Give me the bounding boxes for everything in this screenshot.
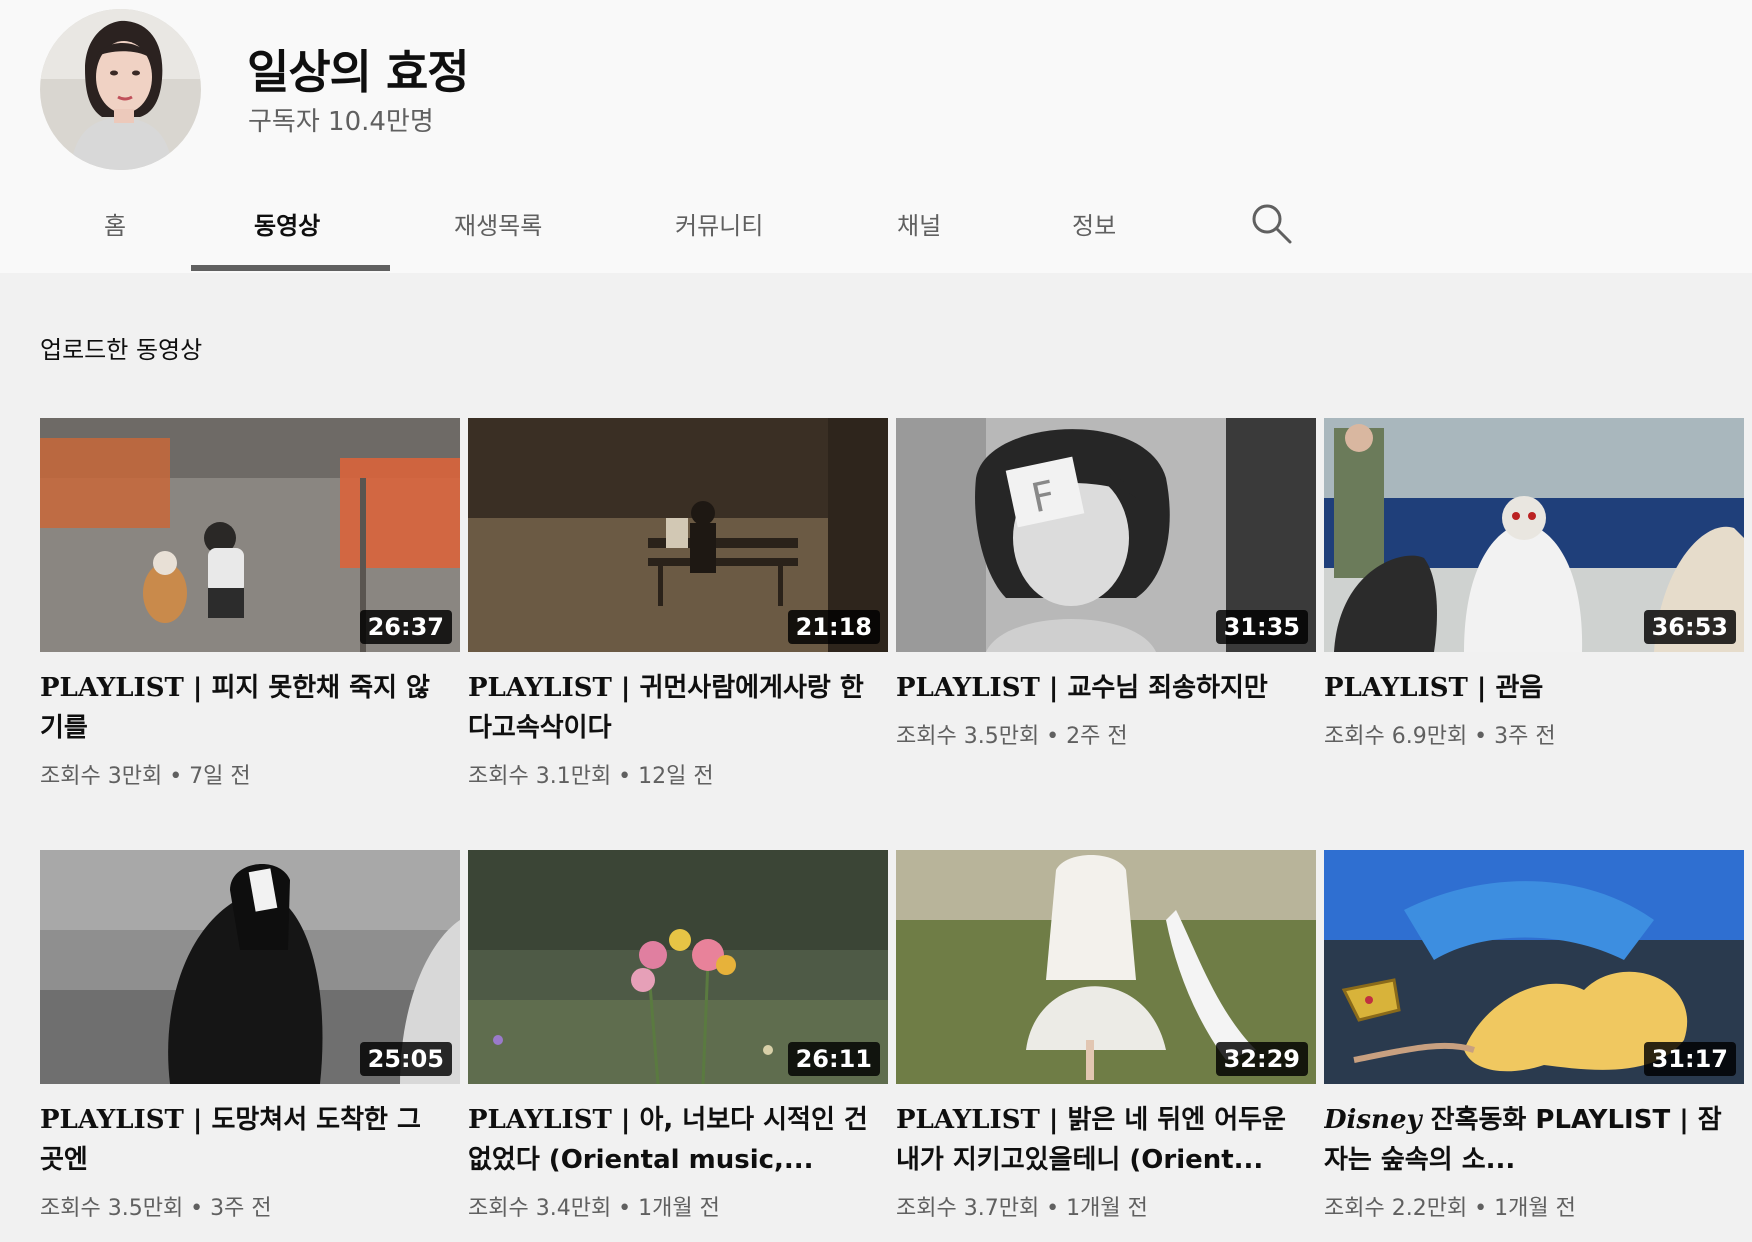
title-prefix: PLAYLIST [896, 673, 1040, 703]
upload-age: 3주 전 [210, 1196, 272, 1221]
tab-videos[interactable]: 동영상 [254, 206, 320, 241]
video-thumbnail[interactable]: F 31:35 [896, 418, 1316, 652]
channel-tabs: 홈 동영상 재생목록 커뮤니티 채널 정보 [0, 180, 1752, 273]
video-duration: 26:11 [787, 1042, 880, 1076]
video-card[interactable]: 31:17 Disney 잔혹동화 PLAYLIST | 잠자는 숲속의 소..… [1324, 850, 1744, 1222]
video-meta: 조회수 3.1만회 • 12일 전 [468, 764, 714, 789]
view-count: 조회수 3.1만회 [468, 764, 612, 789]
video-duration: 25:05 [359, 1042, 452, 1076]
video-title[interactable]: Disney 잔혹동화 PLAYLIST | 잠자는 숲속의 소... [1324, 1100, 1724, 1180]
video-meta: 조회수 3.5만회 • 3주 전 [40, 1196, 272, 1221]
view-count: 조회수 6.9만회 [1324, 724, 1468, 749]
video-card[interactable]: 36:53 PLAYLIST | 관음 조회수 6.9만회 • 3주 전 [1324, 418, 1744, 750]
video-card[interactable]: 25:05 PLAYLIST | 도망쳐서 도착한 그 곳엔 조회수 3.5만회… [40, 850, 460, 1222]
video-title[interactable]: PLAYLIST | 귀먼사람에게사랑 한다고속삭이다 [468, 668, 868, 748]
upload-age: 1개월 전 [1494, 1196, 1576, 1221]
video-card[interactable]: 26:37 PLAYLIST | 피지 못한채 죽지 않기를 조회수 3만회 •… [40, 418, 460, 790]
tab-channels[interactable]: 채널 [897, 206, 941, 241]
upload-age: 1개월 전 [638, 1196, 720, 1221]
view-count: 조회수 3만회 [40, 764, 163, 789]
video-meta: 조회수 3만회 • 7일 전 [40, 764, 251, 789]
view-count: 조회수 3.7만회 [896, 1196, 1040, 1221]
active-tab-indicator [191, 265, 390, 271]
video-duration: 31:35 [1215, 610, 1308, 644]
video-card[interactable]: 26:11 PLAYLIST | 아, 너보다 시적인 건 없었다 (Orien… [468, 850, 888, 1222]
tab-home[interactable]: 홈 [104, 206, 126, 241]
video-meta: 조회수 3.5만회 • 2주 전 [896, 724, 1128, 749]
search-icon[interactable] [1250, 202, 1294, 246]
view-count: 조회수 2.2만회 [1324, 1196, 1468, 1221]
video-title[interactable]: PLAYLIST | 밝은 네 뒤엔 어두운 내가 지키고있을테니 (Orien… [896, 1100, 1296, 1180]
video-thumbnail[interactable]: 21:18 [468, 418, 888, 652]
video-meta: 조회수 3.4만회 • 1개월 전 [468, 1196, 720, 1221]
channel-header: 일상의 효정 구독자 10.4만명 홈 동영상 재생목록 커뮤니티 채널 정보 [0, 0, 1752, 273]
upload-age: 1개월 전 [1066, 1196, 1148, 1221]
video-duration: 36:53 [1643, 610, 1736, 644]
video-title[interactable]: PLAYLIST | 도망쳐서 도착한 그 곳엔 [40, 1100, 440, 1180]
video-meta: 조회수 3.7만회 • 1개월 전 [896, 1196, 1148, 1221]
video-thumbnail[interactable]: 26:11 [468, 850, 888, 1084]
channel-avatar[interactable] [40, 9, 201, 170]
tab-community[interactable]: 커뮤니티 [675, 206, 763, 241]
view-count: 조회수 3.4만회 [468, 1196, 612, 1221]
video-meta: 조회수 6.9만회 • 3주 전 [1324, 724, 1556, 749]
title-text: | 관음 [1467, 673, 1544, 703]
video-meta: 조회수 2.2만회 • 1개월 전 [1324, 1196, 1576, 1221]
video-thumbnail[interactable]: 36:53 [1324, 418, 1744, 652]
video-duration: 32:29 [1215, 1042, 1308, 1076]
video-thumbnail[interactable]: 26:37 [40, 418, 460, 652]
title-prefix: PLAYLIST [40, 1105, 184, 1135]
video-card[interactable]: F 31:35 PLAYLIST | 교수님 죄송하지만 조회수 3.5만회 •… [896, 418, 1316, 750]
title-text: | 교수님 죄송하지만 [1039, 673, 1268, 703]
upload-age: 12일 전 [638, 764, 714, 789]
tab-about[interactable]: 정보 [1072, 206, 1116, 241]
title-prefix: Disney [1324, 1105, 1422, 1135]
video-thumbnail[interactable]: 32:29 [896, 850, 1316, 1084]
video-title[interactable]: PLAYLIST | 관음 [1324, 668, 1724, 708]
upload-age: 3주 전 [1494, 724, 1556, 749]
video-title[interactable]: PLAYLIST | 아, 너보다 시적인 건 없었다 (Oriental mu… [468, 1100, 868, 1180]
title-prefix: PLAYLIST [896, 1105, 1040, 1135]
video-thumbnail[interactable]: 25:05 [40, 850, 460, 1084]
subscriber-count: 구독자 10.4만명 [248, 107, 434, 137]
upload-age: 7일 전 [189, 764, 251, 789]
video-card[interactable]: 21:18 PLAYLIST | 귀먼사람에게사랑 한다고속삭이다 조회수 3.… [468, 418, 888, 790]
title-prefix: PLAYLIST [40, 673, 184, 703]
channel-name: 일상의 효정 [247, 45, 470, 99]
view-count: 조회수 3.5만회 [896, 724, 1040, 749]
title-prefix: PLAYLIST [1324, 673, 1468, 703]
video-thumbnail[interactable]: 31:17 [1324, 850, 1744, 1084]
video-title[interactable]: PLAYLIST | 교수님 죄송하지만 [896, 668, 1296, 708]
video-duration: 26:37 [359, 610, 452, 644]
video-duration: 31:17 [1643, 1042, 1736, 1076]
video-card[interactable]: 32:29 PLAYLIST | 밝은 네 뒤엔 어두운 내가 지키고있을테니 … [896, 850, 1316, 1222]
video-title[interactable]: PLAYLIST | 피지 못한채 죽지 않기를 [40, 668, 440, 748]
upload-age: 2주 전 [1066, 724, 1128, 749]
title-prefix: PLAYLIST [468, 673, 612, 703]
video-duration: 21:18 [787, 610, 880, 644]
tab-playlists[interactable]: 재생목록 [454, 206, 542, 241]
title-prefix: PLAYLIST [468, 1105, 612, 1135]
section-title: 업로드한 동영상 [40, 336, 203, 364]
view-count: 조회수 3.5만회 [40, 1196, 184, 1221]
